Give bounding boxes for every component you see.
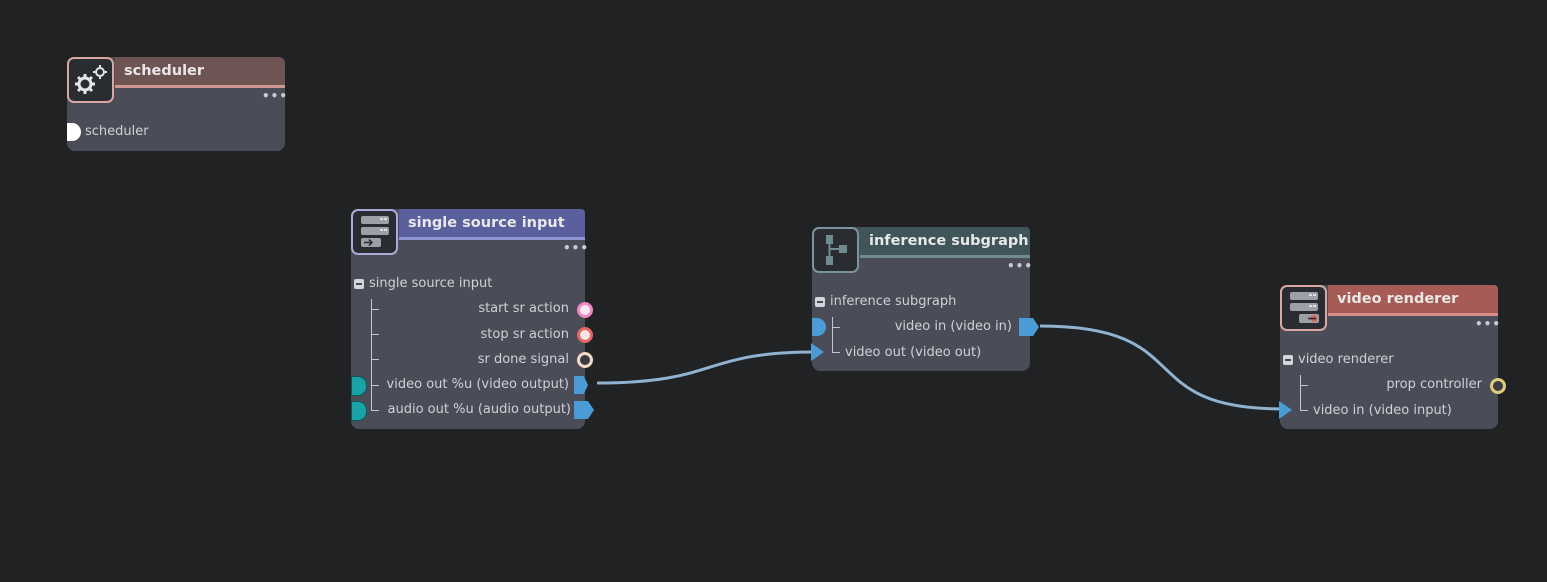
audio-out-label: audio out %u (audio output) bbox=[387, 402, 571, 417]
start-sr-action-label: start sr action bbox=[478, 301, 569, 316]
more-options-button[interactable]: ••• bbox=[262, 89, 288, 103]
wire-video-out-to-inference-in bbox=[596, 350, 816, 385]
prop-controller-port[interactable] bbox=[1490, 378, 1506, 394]
subgraph-icon bbox=[812, 227, 859, 273]
tree-line bbox=[832, 317, 833, 353]
node-title[interactable]: single source input bbox=[399, 209, 585, 240]
video-renderer-node[interactable]: video renderer ••• video renderer prop c… bbox=[1279, 285, 1506, 429]
video-out-label: video out (video out) bbox=[845, 345, 982, 360]
tree-line bbox=[371, 299, 372, 411]
single-source-input-node[interactable]: single source input ••• single source in… bbox=[351, 209, 594, 429]
group-label: single source input bbox=[369, 276, 493, 291]
group-label: inference subgraph bbox=[830, 294, 957, 309]
node-title[interactable]: video renderer bbox=[1328, 285, 1498, 316]
source-stack-icon bbox=[351, 209, 398, 255]
prop-controller-label: prop controller bbox=[1386, 377, 1482, 392]
collapse-group-button[interactable] bbox=[354, 279, 364, 289]
video-in-output-port[interactable] bbox=[1019, 318, 1039, 336]
video-in-label: video in (video in) bbox=[894, 319, 1012, 334]
scheduler-node[interactable]: scheduler ••• scheduler bbox=[67, 57, 288, 151]
audio-out-port[interactable] bbox=[574, 401, 594, 419]
gears-icon bbox=[67, 57, 114, 103]
audio-out-left-port[interactable] bbox=[351, 401, 367, 421]
scheduler-row-label: scheduler bbox=[85, 124, 149, 139]
stop-sr-action-label: stop sr action bbox=[480, 327, 569, 342]
video-out-port[interactable] bbox=[574, 376, 588, 394]
node-title[interactable]: scheduler bbox=[115, 57, 285, 88]
video-out-label: video out %u (video output) bbox=[386, 377, 569, 392]
more-options-button[interactable]: ••• bbox=[1475, 317, 1501, 331]
node-graph-canvas[interactable]: scheduler ••• scheduler single source in… bbox=[0, 0, 1547, 582]
more-options-button[interactable]: ••• bbox=[563, 241, 589, 255]
group-label: video renderer bbox=[1298, 352, 1394, 367]
more-options-button[interactable]: ••• bbox=[1007, 259, 1033, 273]
sr-done-signal-port[interactable] bbox=[577, 352, 593, 368]
renderer-stack-icon bbox=[1280, 285, 1327, 331]
tree-line bbox=[1300, 375, 1301, 411]
sr-done-signal-label: sr done signal bbox=[477, 352, 569, 367]
start-sr-action-port[interactable] bbox=[577, 302, 593, 318]
collapse-group-button[interactable] bbox=[815, 297, 825, 307]
video-out-left-port[interactable] bbox=[351, 376, 367, 396]
node-title[interactable]: inference subgraph bbox=[860, 227, 1030, 258]
stop-sr-action-port[interactable] bbox=[577, 327, 593, 343]
wire-inference-out-to-renderer-in bbox=[1039, 324, 1284, 411]
inference-subgraph-node[interactable]: inference subgraph ••• inference subgrap… bbox=[811, 227, 1039, 371]
collapse-group-button[interactable] bbox=[1283, 355, 1293, 365]
video-in-label: video in (video input) bbox=[1313, 403, 1452, 418]
